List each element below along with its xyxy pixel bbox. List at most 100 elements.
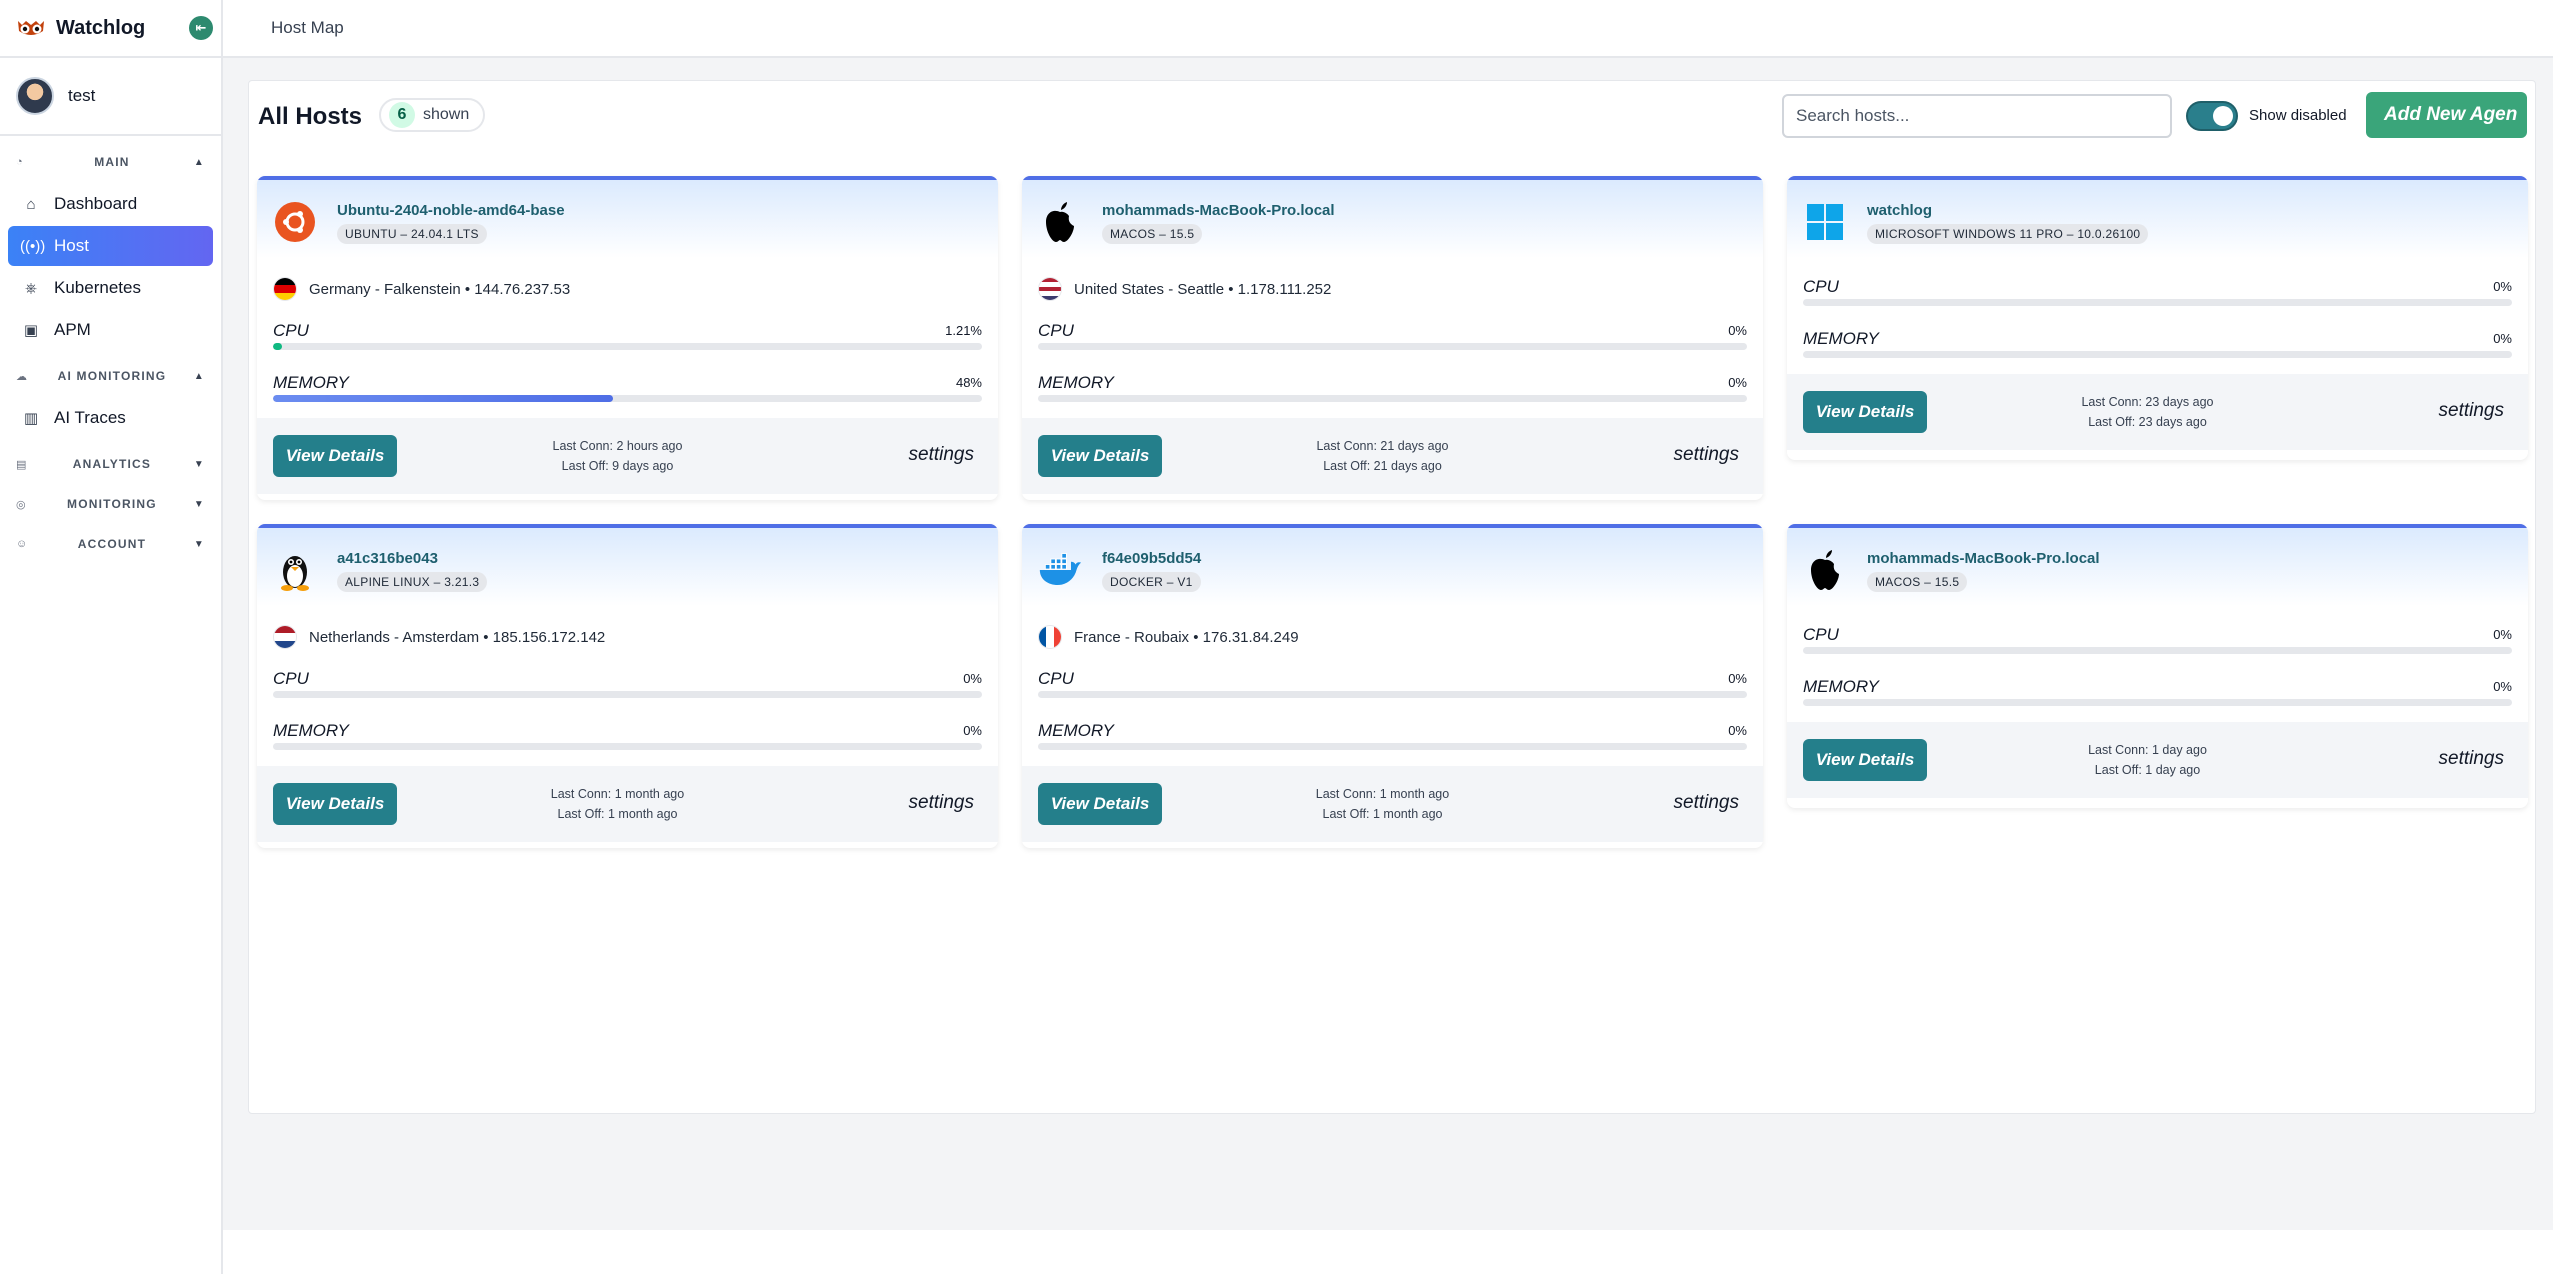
location-text: France - Roubaix • 176.31.84.249 bbox=[1074, 628, 1299, 646]
connection-info: Last Conn: 21 days ago Last Off: 21 days … bbox=[1222, 436, 1543, 476]
monitoring-icon: ◎ bbox=[16, 498, 27, 511]
os-badge: MACOS – 15.5 bbox=[1867, 572, 1968, 592]
brand: Watchlog ⇤ bbox=[0, 0, 221, 58]
username: test bbox=[68, 86, 96, 105]
view-details-button[interactable]: View Details bbox=[1803, 739, 1927, 781]
broadcast-icon: ((•)) bbox=[20, 237, 46, 255]
last-connection: Last Conn: 1 day ago bbox=[2088, 743, 2207, 757]
cpu-metric: CPU 0% bbox=[1803, 277, 2512, 307]
page-title: All Hosts bbox=[258, 103, 363, 130]
last-offline: Last Off: 9 days ago bbox=[561, 459, 674, 473]
analytics-icon: ▤ bbox=[16, 458, 28, 471]
france-flag-icon bbox=[1038, 625, 1062, 649]
memory-value: 0% bbox=[2493, 679, 2512, 694]
cpu-value: 0% bbox=[1728, 671, 1747, 686]
cpu-progress-track bbox=[273, 343, 982, 350]
last-connection: Last Conn: 1 month ago bbox=[550, 787, 685, 801]
sidebar-item-ai-traces[interactable]: ▥ AI Traces bbox=[8, 398, 213, 438]
last-offline: Last Off: 1 month ago bbox=[557, 807, 678, 821]
sidebar-item-host[interactable]: ((•)) Host bbox=[8, 226, 213, 266]
settings-link[interactable]: settings bbox=[909, 444, 974, 466]
cpu-metric: CPU 0% bbox=[1803, 625, 2512, 655]
connection-info: Last Conn: 1 day ago Last Off: 1 day ago bbox=[1987, 740, 2308, 780]
top-bar: Host Map bbox=[223, 0, 2553, 58]
chevron-up-icon: ▲ bbox=[193, 370, 205, 382]
view-details-button[interactable]: View Details bbox=[273, 783, 397, 825]
sidebar-item-kubernetes[interactable]: ⎈ Kubernetes bbox=[8, 268, 213, 308]
show-disabled-toggle[interactable] bbox=[2186, 101, 2238, 131]
last-offline: Last Off: 1 month ago bbox=[1322, 807, 1443, 821]
app-name: Watchlog bbox=[56, 16, 146, 39]
card-header: Ubuntu-2404-noble-amd64-base UBUNTU – 24.… bbox=[257, 180, 998, 258]
add-agent-button[interactable]: Add New Agen bbox=[2366, 92, 2527, 138]
host-card: mohammads-MacBook-Pro.local MACOS – 15.5 C… bbox=[1787, 524, 2528, 808]
apple-icon bbox=[1038, 200, 1082, 244]
sidebar-item-dashboard[interactable]: ⌂ Dashboard bbox=[8, 184, 213, 224]
cpu-metric: CPU 0% bbox=[1038, 669, 1747, 699]
sidebar: Watchlog ⇤ test ◔ MAIN ▲ ⌂ Dashboard ((•… bbox=[0, 0, 223, 1274]
settings-link[interactable]: settings bbox=[1674, 792, 1739, 814]
view-details-button[interactable]: View Details bbox=[1038, 783, 1162, 825]
ai-monitoring-icon: ☁ bbox=[16, 370, 29, 383]
settings-link[interactable]: settings bbox=[1674, 444, 1739, 466]
connection-info: Last Conn: 1 month ago Last Off: 1 month … bbox=[457, 784, 778, 824]
host-name[interactable]: a41c316be043 bbox=[337, 550, 438, 567]
view-details-button[interactable]: View Details bbox=[1038, 435, 1162, 477]
section-ai-monitoring[interactable]: ☁ AI MONITORING ▲ bbox=[0, 356, 221, 396]
cpu-label: CPU bbox=[1038, 321, 1074, 340]
host-name[interactable]: Ubuntu-2404-noble-amd64-base bbox=[337, 202, 565, 219]
host-name[interactable]: mohammads-MacBook-Pro.local bbox=[1867, 550, 2100, 567]
host-location: Germany - Falkenstein • 144.76.237.53 bbox=[273, 276, 570, 302]
card-header: a41c316be043 ALPINE LINUX – 3.21.3 bbox=[257, 528, 998, 606]
host-location: Netherlands - Amsterdam • 185.156.172.14… bbox=[273, 624, 605, 650]
os-badge: ALPINE LINUX – 3.21.3 bbox=[337, 572, 488, 592]
section-account[interactable]: ☺ ACCOUNT ▼ bbox=[0, 524, 221, 564]
card-footer: View Details Last Conn: 1 day ago Last Off… bbox=[1787, 722, 2528, 798]
host-name[interactable]: watchlog bbox=[1867, 202, 1932, 219]
location-text: Netherlands - Amsterdam • 185.156.172.14… bbox=[309, 628, 606, 646]
page-background bbox=[223, 1114, 2553, 1230]
windows-icon bbox=[1803, 200, 1847, 244]
settings-link[interactable]: settings bbox=[909, 792, 974, 814]
memory-progress-fill bbox=[273, 395, 614, 402]
os-badge: MICROSOFT WINDOWS 11 PRO – 10.0.26100 bbox=[1867, 224, 2149, 244]
collapse-sidebar-icon[interactable]: ⇤ bbox=[189, 16, 213, 40]
cpu-progress-track bbox=[1038, 691, 1747, 698]
memory-label: MEMORY bbox=[1803, 329, 1879, 348]
memory-value: 48% bbox=[955, 375, 982, 390]
cpu-label: CPU bbox=[273, 321, 309, 340]
section-monitoring[interactable]: ◎ MONITORING ▼ bbox=[0, 484, 221, 524]
memory-value: 0% bbox=[2493, 331, 2512, 346]
avatar bbox=[16, 77, 54, 115]
memory-progress-track bbox=[1038, 395, 1747, 402]
memory-label: MEMORY bbox=[273, 721, 349, 740]
cpu-value: 0% bbox=[2493, 279, 2512, 294]
card-footer: View Details Last Conn: 1 month ago Last O… bbox=[1022, 766, 1763, 842]
section-main[interactable]: ◔ MAIN ▲ bbox=[0, 142, 221, 182]
settings-link[interactable]: settings bbox=[2439, 400, 2504, 422]
hosts-count-label: shown bbox=[423, 106, 470, 123]
owl-logo-icon bbox=[18, 21, 44, 35]
chevron-up-icon: ▲ bbox=[193, 156, 205, 168]
netherlands-flag-icon bbox=[273, 625, 297, 649]
hosts-panel: All Hosts 6 shown Show disabled Add New … bbox=[248, 80, 2536, 1114]
cpu-progress-track bbox=[273, 691, 982, 698]
memory-value: 0% bbox=[1728, 375, 1747, 390]
os-badge: DOCKER – V1 bbox=[1102, 572, 1201, 592]
hosts-count-badge: 6 shown bbox=[379, 98, 486, 132]
sidebar-item-apm[interactable]: ▣ APM bbox=[8, 310, 213, 350]
cpu-progress-track bbox=[1038, 343, 1747, 350]
view-details-button[interactable]: View Details bbox=[1803, 391, 1927, 433]
section-analytics[interactable]: ▤ ANALYTICS ▼ bbox=[0, 444, 221, 484]
memory-label: MEMORY bbox=[1038, 373, 1114, 392]
host-card: Ubuntu-2404-noble-amd64-base UBUNTU – 24.… bbox=[257, 176, 998, 500]
host-name[interactable]: f64e09b5dd54 bbox=[1102, 550, 1201, 567]
user-profile[interactable]: test bbox=[0, 58, 221, 136]
cpu-label: CPU bbox=[273, 669, 309, 688]
host-name[interactable]: mohammads-MacBook-Pro.local bbox=[1102, 202, 1335, 219]
search-input[interactable] bbox=[1782, 94, 2172, 138]
memory-metric: MEMORY 0% bbox=[1803, 677, 2512, 707]
last-connection: Last Conn: 21 days ago bbox=[1316, 439, 1449, 453]
settings-link[interactable]: settings bbox=[2439, 748, 2504, 770]
view-details-button[interactable]: View Details bbox=[273, 435, 397, 477]
